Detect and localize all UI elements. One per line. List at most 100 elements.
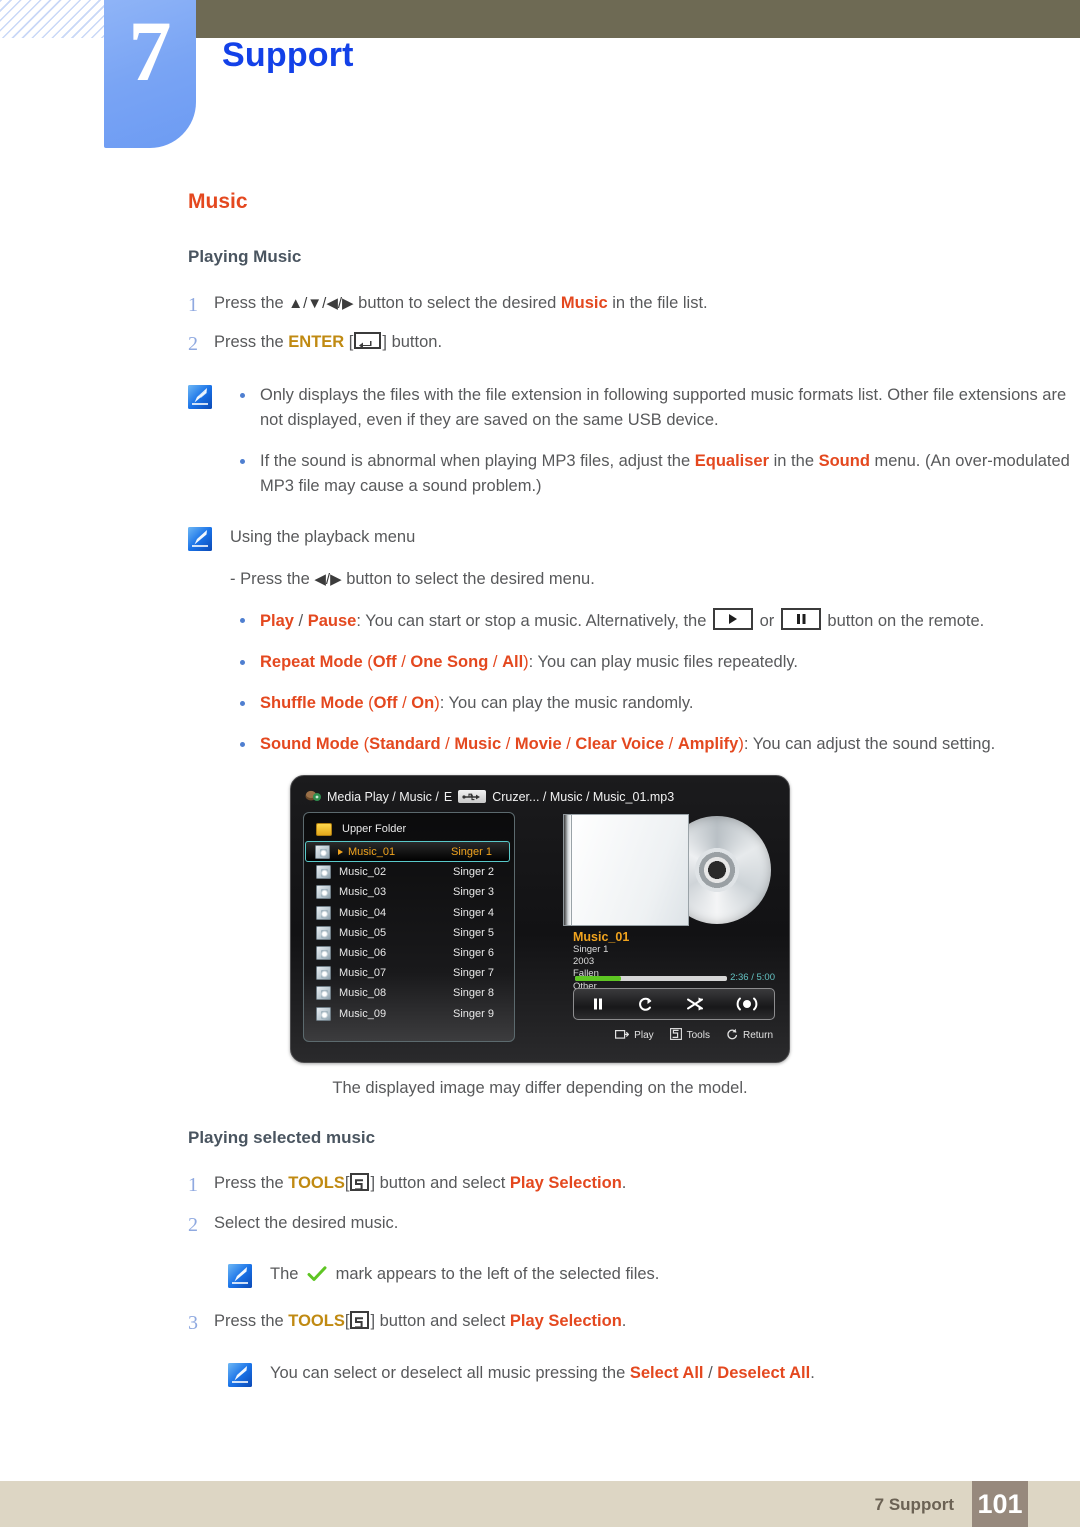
file-row[interactable]: Music_09 Singer 9 xyxy=(307,1003,511,1023)
step-text: Press the TOOLS[] button and select Play… xyxy=(214,1310,627,1330)
footer-key-tools[interactable]: Tools xyxy=(669,1028,710,1043)
tv-screen: Media Play / Music / E Cruzer... / Music… xyxy=(290,775,790,1064)
timecode: 2:36 / 5:00 xyxy=(730,972,775,984)
subheading-playing-music: Playing Music xyxy=(188,247,302,266)
step-text-pre: Press the xyxy=(214,333,289,351)
highlight-music: Music xyxy=(560,294,608,312)
repeat-icon[interactable] xyxy=(637,996,655,1012)
highlight-equaliser: Equaliser xyxy=(694,452,770,471)
now-playing-info: Music_01 Singer 1 2003 Fallen Other xyxy=(573,930,773,993)
label-play: Play xyxy=(260,611,294,630)
file-artist: Singer 9 xyxy=(453,1007,494,1020)
tools-key-icon xyxy=(350,1173,370,1192)
file-row-selected[interactable]: Music_01 Singer 1 xyxy=(305,841,510,863)
sep: / xyxy=(440,735,455,754)
label-sound-mode: Sound Mode xyxy=(260,735,359,754)
note-body: You can select or deselect all music pre… xyxy=(270,1361,1080,1387)
file-artist: Singer 3 xyxy=(453,886,494,899)
progress-bar-fill xyxy=(575,976,621,982)
key-label-enter: ENTER xyxy=(288,333,345,351)
footer-chapter-label: 7 Support xyxy=(874,1495,954,1514)
step-number: 2 xyxy=(188,1214,198,1237)
file-row[interactable]: Music_05 Singer 5 xyxy=(307,923,511,943)
file-list[interactable]: Upper Folder Music_01 Singer 1 Music_02 S… xyxy=(303,812,515,1043)
note-bullet: If the sound is abnormal when playing MP… xyxy=(230,449,1080,499)
option-music: Music xyxy=(454,735,502,754)
file-name: Music_04 xyxy=(339,906,387,919)
file-name: Music_01 xyxy=(348,845,396,858)
folder-icon xyxy=(316,822,332,836)
upper-folder-label: Upper Folder xyxy=(342,823,407,836)
note-text-post: mark appears to the left of the selected… xyxy=(331,1265,660,1284)
upper-folder-row[interactable]: Upper Folder xyxy=(307,817,511,841)
media-play-icon xyxy=(305,789,322,804)
file-artist: Singer 5 xyxy=(453,926,494,939)
tv-screenshot: Media Play / Music / E Cruzer... / Music… xyxy=(290,775,790,1064)
file-artist: Singer 7 xyxy=(453,967,494,980)
paren-open: ( xyxy=(363,693,374,712)
note-pen-icon xyxy=(188,527,212,552)
file-name: Music_06 xyxy=(339,946,387,959)
step-text: Press the ENTER [] button. xyxy=(214,332,443,351)
now-playing-artist: Singer 1 xyxy=(573,944,609,956)
note-supported-formats: Only displays the files with the file ex… xyxy=(0,383,1080,499)
note-check-mark: The mark appears to the left of the sele… xyxy=(0,1262,1080,1291)
file-row[interactable]: Music_06 Singer 6 xyxy=(307,943,511,963)
tv-footer-keys: Play Tools Return xyxy=(615,1028,773,1043)
step-text-mid: button to select the desired xyxy=(353,294,561,312)
paren-open: ( xyxy=(362,652,373,671)
file-row[interactable]: Music_02 Singer 2 xyxy=(307,862,511,882)
progress-bar[interactable] xyxy=(575,976,727,982)
sep: / xyxy=(561,735,576,754)
file-row[interactable]: Music_04 Singer 4 xyxy=(307,903,511,923)
step-row-sel-2: 2 Select the desired music. xyxy=(0,1211,1080,1240)
note-text-post: . xyxy=(810,1363,815,1382)
note-select-all: You can select or deselect all music pre… xyxy=(0,1361,1080,1387)
file-name: Music_08 xyxy=(339,987,387,1000)
step-number: 1 xyxy=(188,1174,198,1197)
pause-icon[interactable] xyxy=(590,996,606,1012)
sound-mode-icon[interactable] xyxy=(735,996,759,1012)
key-label-tools: TOOLS xyxy=(288,1174,345,1193)
now-playing-year: 2003 xyxy=(573,956,595,968)
note-bullet-list: Only displays the files with the file ex… xyxy=(230,383,1080,499)
footer-key-play[interactable]: Play xyxy=(615,1029,654,1043)
shuffle-icon[interactable] xyxy=(686,996,704,1012)
file-name: Music_07 xyxy=(339,967,387,980)
note-text-pre: The xyxy=(270,1265,304,1284)
footer-key-return[interactable]: Return xyxy=(726,1028,773,1043)
highlight-play-selection: Play Selection xyxy=(509,1174,622,1193)
instruction-pre: - Press the xyxy=(230,570,315,589)
step-text-post: in the file list. xyxy=(607,294,708,312)
step-row-2: 2 Press the ENTER [] button. xyxy=(0,330,1080,359)
footer-key-label: Play xyxy=(634,1030,654,1042)
step-text: Press the TOOLS[] button and select Play… xyxy=(214,1173,627,1193)
pause-key-icon xyxy=(780,607,821,630)
file-row[interactable]: Music_08 Singer 8 xyxy=(307,983,511,1003)
step-number: 1 xyxy=(188,294,198,316)
breadcrumb-part2: Cruzer... / Music / Music_01.mp3 xyxy=(492,789,675,804)
album-cover-art xyxy=(571,814,689,927)
note-text-b: in the xyxy=(769,452,819,471)
highlight-select-all: Select All xyxy=(629,1363,704,1382)
step-text-pre: Press the xyxy=(214,294,289,312)
music-thumbnail-icon xyxy=(316,986,331,1001)
footer-key-label: Return xyxy=(742,1030,773,1042)
sep: / xyxy=(293,611,308,630)
highlight-play-selection: Play Selection xyxy=(509,1311,622,1330)
note-pen-icon xyxy=(228,1264,252,1289)
file-row[interactable]: Music_07 Singer 7 xyxy=(307,963,511,983)
step-text-pre: Press the xyxy=(214,1311,289,1330)
enter-key-icon xyxy=(615,1029,630,1043)
page-title: Support xyxy=(222,36,354,74)
paren-open: ( xyxy=(358,735,370,754)
sep: / xyxy=(396,652,411,671)
file-artist: Singer 4 xyxy=(453,906,494,919)
note-body: Only displays the files with the file ex… xyxy=(230,383,1080,499)
option-amplify: Amplify xyxy=(677,735,739,754)
breadcrumb-part1: Media Play / Music / xyxy=(327,789,439,804)
check-icon xyxy=(307,1266,327,1291)
file-name: Music_05 xyxy=(339,926,387,939)
file-row[interactable]: Music_03 Singer 3 xyxy=(307,882,511,902)
note-pen-icon xyxy=(188,385,212,409)
